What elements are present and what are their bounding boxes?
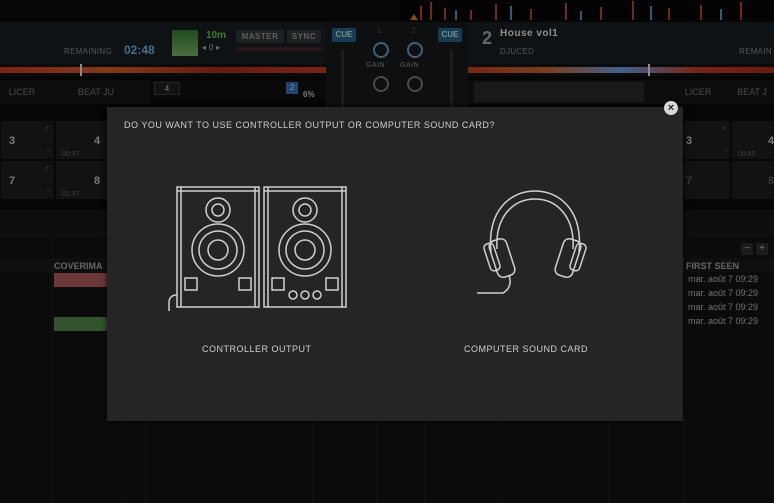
headphones-icon: [477, 190, 587, 294]
controller-output-label: CONTROLLER OUTPUT: [202, 344, 312, 354]
dialog-question: DO YOU WANT TO USE CONTROLLER OUTPUT OR …: [124, 120, 495, 130]
speakers-icon: [168, 186, 347, 311]
close-icon[interactable]: ×: [664, 101, 678, 115]
computer-sound-card-option[interactable]: COMPUTER SOUND CARD: [457, 177, 627, 367]
controller-output-option[interactable]: CONTROLLER OUTPUT: [157, 177, 357, 367]
audio-output-dialog: DO YOU WANT TO USE CONTROLLER OUTPUT OR …: [107, 107, 683, 421]
computer-sound-card-label: COMPUTER SOUND CARD: [464, 344, 589, 354]
